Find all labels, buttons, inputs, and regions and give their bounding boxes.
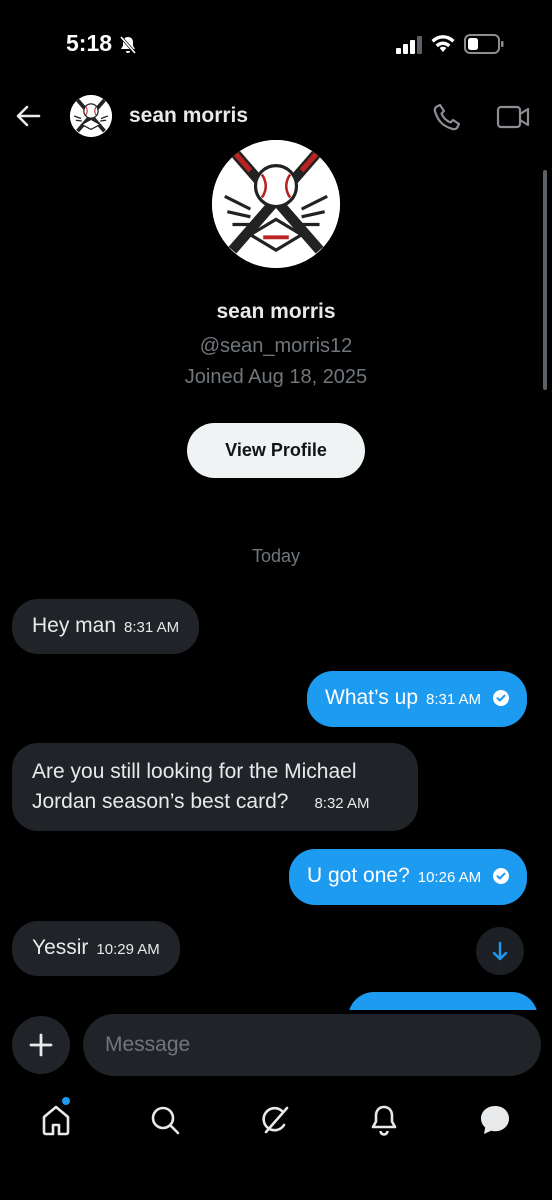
back-arrow-icon[interactable] xyxy=(14,102,42,130)
message-time: 8:31 AM xyxy=(426,691,482,708)
date-divider: Today xyxy=(251,546,301,566)
home-icon[interactable] xyxy=(36,1100,76,1140)
header-avatar[interactable] xyxy=(70,95,112,137)
message-bubble-outgoing[interactable]: What’s up 8:31 AM xyxy=(307,671,527,727)
message-text: U got one? xyxy=(307,864,410,887)
phone-icon[interactable] xyxy=(432,102,462,132)
message-bubble-outgoing[interactable]: U got one? 10:26 AM xyxy=(289,849,527,905)
scrollbar[interactable] xyxy=(543,170,547,390)
message-time: 8:32 AM xyxy=(314,795,370,812)
messages-icon[interactable] xyxy=(475,1100,515,1140)
status-time: 5:18 xyxy=(66,30,113,56)
header-contact-name[interactable]: sean morris xyxy=(129,104,248,128)
view-profile-button[interactable]: View Profile xyxy=(187,423,365,478)
baseball-logo-icon xyxy=(70,95,112,137)
conversation-header: sean morris xyxy=(0,90,552,144)
status-bar: 5:18 xyxy=(0,0,552,90)
read-check-icon xyxy=(492,690,509,706)
signal-icon xyxy=(396,36,422,54)
arrow-down-icon xyxy=(492,941,508,961)
message-bubble-incoming[interactable]: Yessir 10:29 AM xyxy=(12,921,180,976)
profile-avatar[interactable] xyxy=(212,140,340,268)
message-bubble-incoming[interactable]: Are you still looking for the Michael Jo… xyxy=(12,743,418,831)
read-check-icon xyxy=(492,868,509,884)
profile-name: sean morris xyxy=(216,300,336,323)
message-text-line: Are you still looking for the Michael xyxy=(32,760,357,783)
message-time: 8:31 AM xyxy=(124,619,180,636)
baseball-logo-icon xyxy=(212,140,340,268)
video-call-icon[interactable] xyxy=(496,104,530,130)
message-time: 10:29 AM xyxy=(96,941,160,958)
plus-icon xyxy=(29,1033,53,1057)
notifications-icon[interactable] xyxy=(364,1100,404,1140)
notification-dot xyxy=(62,1097,70,1105)
message-bubble-incoming[interactable]: Hey man 8:31 AM xyxy=(12,599,200,654)
message-text-line: Jordan season’s best card? xyxy=(32,790,289,813)
search-icon[interactable] xyxy=(145,1100,185,1140)
battery-icon xyxy=(464,34,504,54)
bottom-tab-bar xyxy=(0,1090,552,1200)
scroll-to-bottom-button[interactable] xyxy=(476,927,524,975)
message-composer xyxy=(0,1010,552,1082)
message-text: Hey man xyxy=(32,614,117,637)
wifi-icon xyxy=(431,35,455,52)
bell-off-icon xyxy=(119,36,137,54)
dm-screen: 5:18 sean morris sean morris @sean_morri… xyxy=(0,0,552,1200)
message-text: What’s up xyxy=(325,686,418,709)
message-time: 10:26 AM xyxy=(417,869,482,886)
profile-joined-date: Joined Aug 18, 2025 xyxy=(184,366,368,388)
message-text: Yessir xyxy=(32,936,89,959)
message-input[interactable] xyxy=(83,1014,541,1076)
add-attachment-button[interactable] xyxy=(12,1016,70,1074)
grok-icon[interactable] xyxy=(255,1100,295,1140)
profile-handle: @sean_morris12 xyxy=(199,335,353,357)
